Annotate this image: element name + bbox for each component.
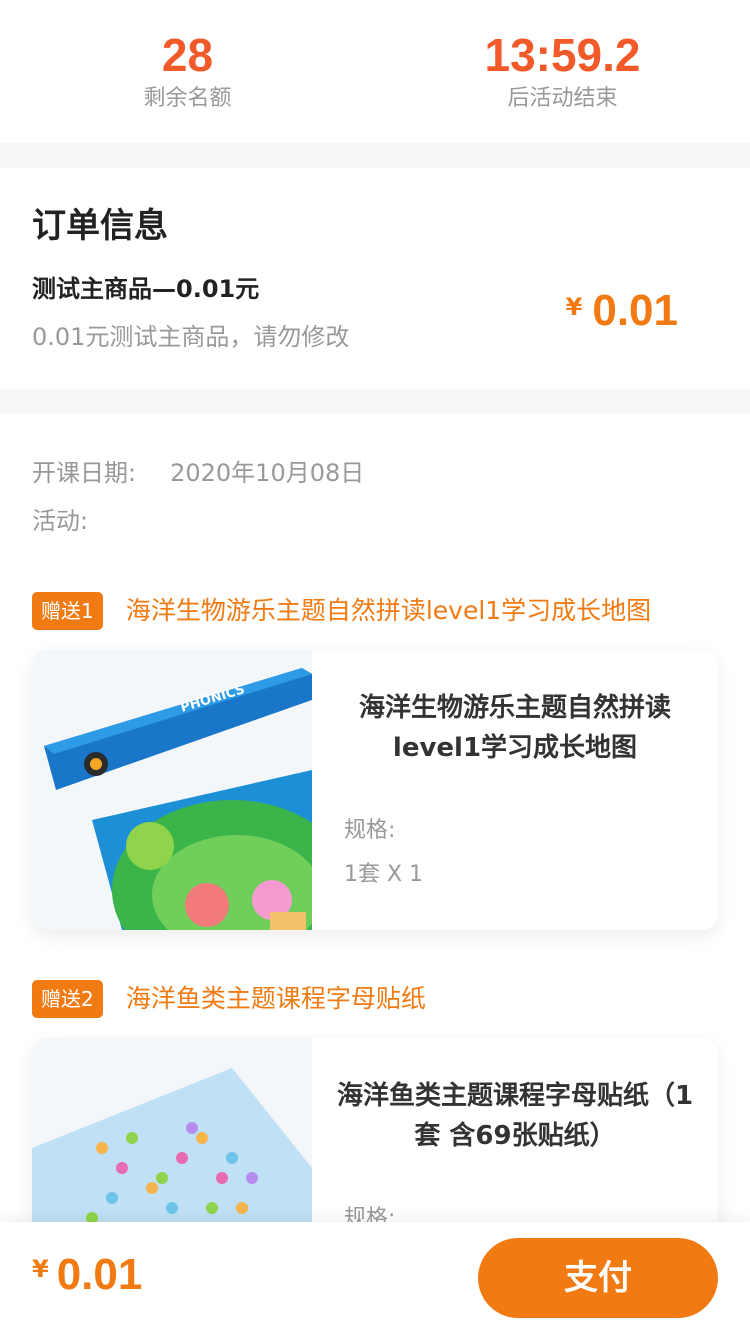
gift-info-1: 海洋生物游乐主题自然拼读level1学习成长地图 规格: 1套 X 1	[312, 650, 718, 930]
total-price: ¥0.01	[32, 1250, 142, 1300]
total-price-amount: 0.01	[56, 1250, 143, 1299]
gift-badge: 赠送1	[32, 592, 103, 630]
remaining-quota: 28 剩余名额	[0, 30, 375, 114]
gift-name: 海洋生物游乐主题自然拼读level1学习成长地图	[358, 693, 671, 763]
gift-spec-value: 1套 X 1	[344, 862, 424, 887]
gift-header-1: 赠送1 海洋生物游乐主题自然拼读level1学习成长地图	[32, 592, 651, 630]
course-details: 开课日期: 2020年10月08日 活动: 赠送1 海洋生物游乐主题自然拼读lev…	[0, 414, 750, 1334]
order-price-amount: 0.01	[592, 286, 678, 335]
gift-name: 海洋鱼类主题课程字母贴纸（1套 含69张贴纸）	[336, 1081, 694, 1151]
gift-header-2: 赠送2 海洋鱼类主题课程字母贴纸	[32, 980, 426, 1018]
currency-symbol: ¥	[565, 293, 583, 321]
product-description: 0.01元测试主商品，请勿修改	[32, 323, 350, 351]
gift-image-map: PHONICS	[32, 650, 312, 930]
activity-stats: 28 剩余名额 13:59.2 后活动结束	[0, 0, 750, 143]
activity-row: 活动:	[32, 504, 88, 538]
gift-spec-label: 规格:	[344, 818, 396, 843]
activity-label: 活动:	[32, 507, 89, 535]
countdown-label: 后活动结束	[507, 86, 618, 111]
start-date-row: 开课日期: 2020年10月08日	[32, 456, 364, 490]
order-price: ¥0.01	[566, 286, 678, 336]
start-date-label: 开课日期:	[32, 459, 137, 487]
remaining-quota-value: 28	[161, 29, 214, 81]
gift-badge: 赠送2	[32, 980, 103, 1018]
gift-title: 海洋生物游乐主题自然拼读level1学习成长地图	[125, 596, 652, 625]
checkout-bar: ¥0.01 支付	[0, 1222, 750, 1334]
countdown-value: 13:59.2	[484, 29, 641, 81]
order-info-card: 订单信息 测试主商品—0.01元 0.01元测试主商品，请勿修改 ¥0.01	[0, 168, 750, 389]
countdown: 13:59.2 后活动结束	[375, 30, 750, 114]
checkout-page: 28 剩余名额 13:59.2 后活动结束 订单信息 测试主商品—0.01元 0…	[0, 0, 750, 1334]
product-name: 测试主商品—0.01元	[32, 275, 260, 303]
gift-card-1[interactable]: PHONICS 海洋生物游乐主题自然拼读level1学习成长地图 规格: 1套 …	[32, 650, 718, 930]
pay-button[interactable]: 支付	[478, 1238, 718, 1318]
order-info-title: 订单信息	[32, 206, 168, 246]
currency-symbol: ¥	[32, 1255, 49, 1283]
remaining-quota-label: 剩余名额	[143, 86, 232, 111]
gift-title: 海洋鱼类主题课程字母贴纸	[125, 984, 426, 1013]
start-date-value: 2020年10月08日	[170, 459, 365, 487]
